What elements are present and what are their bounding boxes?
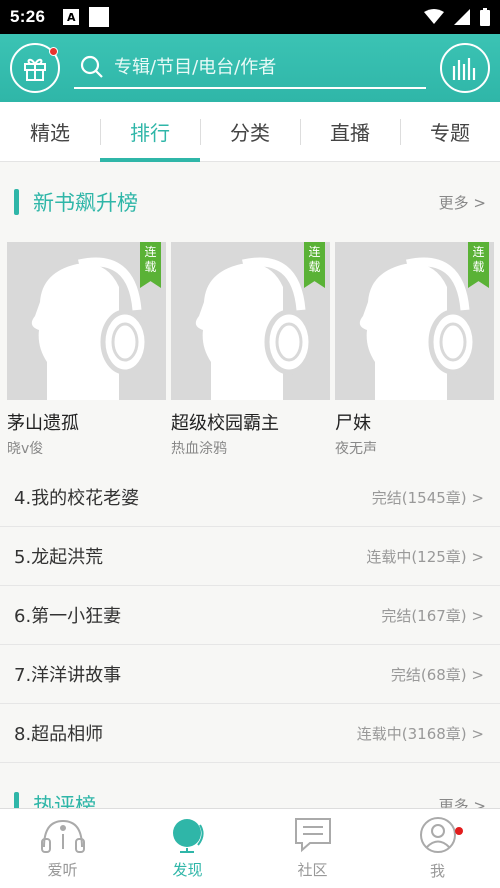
nav-label: 社区 [297,861,328,879]
gift-button[interactable] [10,43,60,93]
ranking-chart-button[interactable] [440,43,490,93]
tab-ranking[interactable]: 排行 [100,102,200,162]
section-header-new-books: 新书飙升榜 更多 > [0,162,500,242]
list-item[interactable]: 8.超品相师 连载中(3168章) > [0,704,500,763]
book-card[interactable]: 连载 尸妹 夜无声 [335,242,494,458]
wifi-icon [424,9,444,24]
book-title[interactable]: 超级校园霸主 [171,409,330,435]
list-item-title: 7.洋洋讲故事 [14,665,122,686]
me-notification-dot [455,827,463,835]
globe-icon [172,819,204,853]
book-cover[interactable]: 连载 [171,242,330,400]
list-item-title: 4.我的校花老婆 [14,488,140,509]
book-card[interactable]: 连载 茅山遗孤 晓v俊 [7,242,166,458]
nav-discover[interactable]: 发现 [125,809,250,888]
list-item-status: 完结(1545章) > [371,488,484,507]
status-bar: 5:26 A [0,0,500,34]
signal-icon [454,9,470,25]
more-link[interactable]: 更多 > [439,192,486,213]
ranking-list: 4.我的校花老婆 完结(1545章) > 5.龙起洪荒 连载中(125章) > … [0,468,500,763]
book-cover[interactable]: 连载 [7,242,166,400]
book-author: 晓v俊 [7,441,44,457]
battery-icon [480,8,490,26]
list-item-title: 8.超品相师 [14,724,104,745]
headphones-icon [40,819,85,853]
nav-me[interactable]: 我 [375,809,500,888]
section-title: 新书飙升榜 [33,191,138,215]
book-grid: 连载 茅山遗孤 晓v俊 连载 超级校园霸主 热血涂鸦 连载 尸妹 夜无声 [0,242,500,458]
search-icon [80,55,103,78]
nav-listen[interactable]: 爱听 [0,809,125,888]
book-title[interactable]: 茅山遗孤 [7,409,166,435]
list-item[interactable]: 7.洋洋讲故事 完结(68章) > [0,645,500,704]
notification-a-icon: A [63,9,80,25]
bottom-nav: 爱听 发现 社区 我 [0,808,500,888]
bar-chart-icon [452,58,476,80]
nav-label: 发现 [172,861,203,879]
tab-topics[interactable]: 专题 [400,102,500,161]
nav-community[interactable]: 社区 [250,809,375,888]
list-item-title: 6.第一小狂妻 [14,606,122,627]
status-time: 5:26 [10,7,46,26]
nav-label: 我 [429,862,445,880]
top-tabs: 精选 排行 分类 直播 专题 [0,102,500,162]
gift-icon [24,58,46,81]
chat-icon [294,818,331,853]
book-cover[interactable]: 连载 [335,242,494,400]
list-item[interactable]: 5.龙起洪荒 连载中(125章) > [0,527,500,586]
list-item[interactable]: 4.我的校花老婆 完结(1545章) > [0,468,500,527]
notification-square-icon [89,7,110,27]
book-author: 夜无声 [335,441,377,457]
nav-label: 爱听 [47,861,78,879]
book-author: 热血涂鸦 [171,441,227,457]
gift-notification-dot [49,47,58,56]
search-input[interactable] [114,56,414,78]
tab-featured[interactable]: 精选 [0,102,100,161]
app-header [0,34,500,102]
list-item-status: 连载中(125章) > [366,547,484,566]
list-item-title: 5.龙起洪荒 [14,547,104,568]
list-item-status: 完结(68章) > [390,665,484,684]
tab-category[interactable]: 分类 [200,102,300,161]
user-icon [419,817,456,853]
list-item-status: 完结(167章) > [381,606,484,625]
book-title[interactable]: 尸妹 [335,409,494,435]
book-card[interactable]: 连载 超级校园霸主 热血涂鸦 [171,242,330,458]
section-accent-bar [14,189,19,215]
search-box[interactable] [74,47,426,89]
tab-live[interactable]: 直播 [300,102,400,161]
list-item-status: 连载中(3168章) > [356,724,484,743]
list-item[interactable]: 6.第一小狂妻 完结(167章) > [0,586,500,645]
